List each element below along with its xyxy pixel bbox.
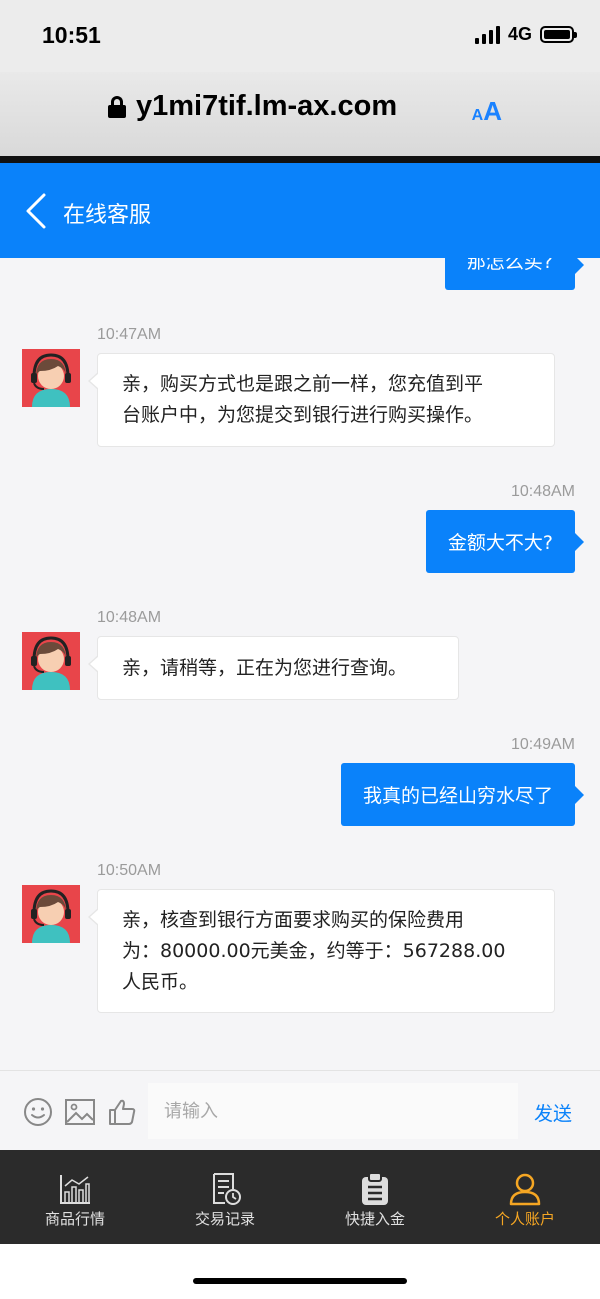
message-timestamp: 10:48AM [510, 483, 575, 500]
tab-records[interactable]: 交易记录 [150, 1150, 300, 1244]
chat-header: 在线客服 [0, 163, 600, 258]
page-title: 在线客服 [63, 203, 152, 228]
outgoing-message: 金额大不大? [425, 510, 575, 573]
message-line: 亲，请稍等，正在为您进行查询。 [122, 657, 408, 679]
status-indicators: 4G [474, 24, 577, 45]
tab-label: 交易记录 [194, 1210, 255, 1228]
message-line: 人民币。 [122, 971, 199, 993]
tab-label: 个人账户 [494, 1210, 555, 1228]
home-indicator[interactable] [193, 1278, 407, 1284]
tab-market[interactable]: 商品行情 [0, 1150, 150, 1244]
message-text: 那怎么买? [466, 258, 553, 273]
outgoing-message: 我真的已经山穷水尽了 [340, 763, 575, 826]
message-line: 亲，核查到银行方面要求购买的保险费用 [122, 909, 465, 931]
message-line: 台账户中，为您提交到银行进行购买操作。 [122, 404, 484, 426]
back-icon[interactable] [22, 191, 52, 231]
home-indicator-area [0, 1244, 600, 1299]
message-timestamp: 10:47AM [97, 326, 162, 343]
tab-account[interactable]: 个人账户 [450, 1150, 600, 1244]
message-timestamp: 10:50AM [97, 862, 162, 879]
agent-avatar [22, 632, 80, 690]
incoming-message: 亲，核查到银行方面要求购买的保险费用 为：80000.00元美金，约等于：567… [88, 889, 555, 1013]
status-time: 10:51 [42, 22, 101, 48]
person-icon [509, 1173, 541, 1206]
message-text: 金额大不大? [447, 532, 553, 554]
bottom-tab-bar: 商品行情 交易记录 快捷入金 个人账户 [0, 1150, 600, 1244]
message-line: 亲，购买方式也是跟之前一样，您充值到平 [122, 373, 484, 395]
chart-icon [60, 1175, 90, 1204]
message-timestamp: 10:48AM [97, 609, 162, 626]
outgoing-message: 那怎么买? [444, 258, 575, 290]
message-text: 我真的已经山穷水尽了 [362, 785, 553, 807]
signal-icon [474, 25, 500, 44]
agent-avatar [22, 885, 80, 943]
status-bar: 10:51 4G [0, 0, 600, 72]
tab-label: 商品行情 [44, 1210, 105, 1228]
message-line: 为：80000.00元美金，约等于：567288.00 [122, 940, 506, 962]
network-type: 4G [507, 24, 532, 44]
agent-avatar [22, 349, 80, 407]
chat-messages[interactable]: 那怎么买? 10:47AM 亲，购买方式也是跟之前一样，您充值到平 台账户中，为… [0, 258, 600, 1070]
text-size-big-glyph: A [483, 96, 502, 126]
text-size-button[interactable]: AA [472, 96, 502, 127]
url-text[interactable]: y1mi7tif.lm-ax.com [136, 90, 397, 123]
image-icon[interactable] [64, 1097, 96, 1127]
browser-url-bar[interactable]: y1mi7tif.lm-ax.com AA [0, 72, 600, 156]
incoming-message: 亲，购买方式也是跟之前一样，您充值到平 台账户中，为您提交到银行进行购买操作。 [88, 353, 555, 447]
send-button[interactable]: 发送 [534, 1099, 572, 1126]
message-timestamp: 10:49AM [510, 736, 575, 753]
clipboard-icon [362, 1172, 388, 1205]
incoming-message: 亲，请稍等，正在为您进行查询。 [88, 636, 459, 700]
url-display[interactable]: y1mi7tif.lm-ax.com [108, 90, 397, 123]
text-size-small-glyph: A [471, 107, 484, 124]
divider [0, 156, 600, 163]
tab-label: 快捷入金 [344, 1210, 405, 1228]
thumbs-up-icon[interactable] [107, 1097, 137, 1127]
lock-icon [108, 95, 126, 118]
emoji-icon[interactable] [23, 1097, 53, 1127]
message-input[interactable] [148, 1083, 518, 1139]
records-icon [213, 1173, 241, 1205]
message-input-bar: 发送 [0, 1070, 600, 1150]
tab-quick-deposit[interactable]: 快捷入金 [300, 1150, 450, 1244]
battery-icon [540, 26, 577, 43]
